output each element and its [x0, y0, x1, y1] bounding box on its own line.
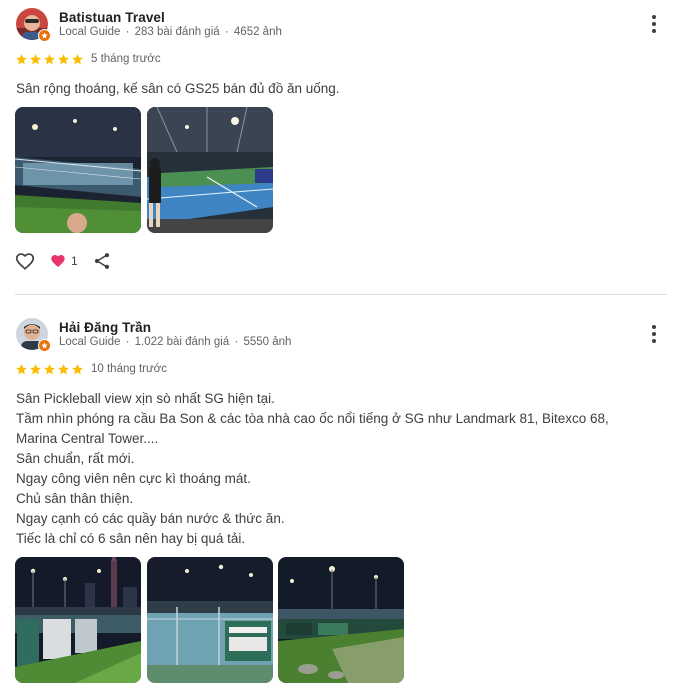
local-guide-badge-icon: [38, 29, 51, 42]
review-divider: [15, 294, 667, 295]
review-text: Sân rộng thoáng, kế sân có GS25 bán đủ đ…: [16, 79, 645, 99]
star-icon: [72, 364, 83, 375]
photos-count: 5550 ảnh: [243, 336, 292, 348]
court-photo-fence-banners: [147, 557, 273, 683]
court-photo-park-lights: [278, 557, 404, 683]
heart-reaction-count: 1: [71, 254, 78, 268]
review-text: Sân Pickleball view xịn sò nhất SG hiện …: [16, 389, 645, 549]
star-icon: [30, 54, 41, 65]
photos-count: 4652 ảnh: [233, 26, 282, 38]
reviews-count: 1.022 bài đánh giá: [134, 336, 230, 348]
star-icon: [44, 54, 55, 65]
star-icon: [58, 54, 69, 65]
review-card: Hải Đăng Trần Local Guide · 1.022 bài đá…: [0, 310, 675, 689]
reviews-count: 283 bài đánh giá: [134, 26, 220, 38]
review-text-line: Ngay công viên nên cực kì thoáng mát.: [16, 471, 251, 486]
review-text-line: Chủ sân thân thiện.: [16, 491, 134, 506]
reviewer-meta: Local Guide · 283 bài đánh giá · 4652 ản…: [59, 26, 282, 38]
local-guide-badge-icon: [38, 339, 51, 352]
review-text-line: Sân Pickleball view xịn sò nhất SG hiện …: [16, 391, 275, 406]
review-text-line: Tầm nhìn phóng ra cầu Ba Son & các tòa n…: [16, 411, 609, 426]
reviewer-name[interactable]: Batistuan Travel: [59, 10, 165, 25]
reviewer-name[interactable]: Hải Đăng Trần: [59, 320, 151, 335]
review-card: Batistuan Travel Local Guide · 283 bài đ…: [0, 0, 675, 295]
review-time: 10 tháng trước: [91, 363, 167, 375]
review-photo[interactable]: [147, 557, 273, 683]
share-icon[interactable]: [92, 251, 112, 271]
star-icon: [72, 54, 83, 65]
heart-reaction[interactable]: 1: [50, 253, 78, 269]
star-icon: [16, 364, 27, 375]
review-photo[interactable]: [147, 107, 273, 233]
review-text-line: Tiếc là chỉ có 6 sân nên hay bị quá tải.: [16, 531, 246, 546]
review-time: 5 tháng trước: [91, 53, 161, 65]
more-vert-icon[interactable]: [646, 13, 662, 35]
reviewer-meta: Local Guide · 1.022 bài đánh giá · 5550 …: [59, 336, 292, 348]
star-rating: [15, 363, 84, 376]
review-photo[interactable]: [15, 557, 141, 683]
review-photo[interactable]: [15, 107, 141, 233]
heart-outline-like-icon[interactable]: [14, 250, 36, 272]
court-photo-night-skyline: [15, 557, 141, 683]
star-icon: [58, 364, 69, 375]
heart-reaction-icon: [51, 255, 65, 267]
local-guide-label: Local Guide: [59, 26, 121, 38]
review-text-line: Sân chuẩn, rất mới.: [16, 451, 135, 466]
court-photo-night-overview: [15, 107, 141, 233]
review-text-line: Sân rộng thoáng, kế sân có GS25 bán đủ đ…: [16, 81, 340, 96]
star-icon: [44, 364, 55, 375]
review-actions: 1: [14, 250, 112, 272]
avatar[interactable]: [16, 318, 51, 352]
review-text-line: Ngay cạnh có các quầy bán nước & thức ăn…: [16, 511, 285, 526]
avatar[interactable]: [16, 8, 51, 42]
court-photo-blue-court: [147, 107, 273, 233]
star-icon: [30, 364, 41, 375]
local-guide-label: Local Guide: [59, 336, 121, 348]
review-text-line: Marina Central Tower....: [16, 431, 159, 446]
star-icon: [16, 54, 27, 65]
review-photo[interactable]: [278, 557, 404, 683]
star-rating: [15, 53, 84, 66]
more-vert-icon[interactable]: [646, 323, 662, 345]
